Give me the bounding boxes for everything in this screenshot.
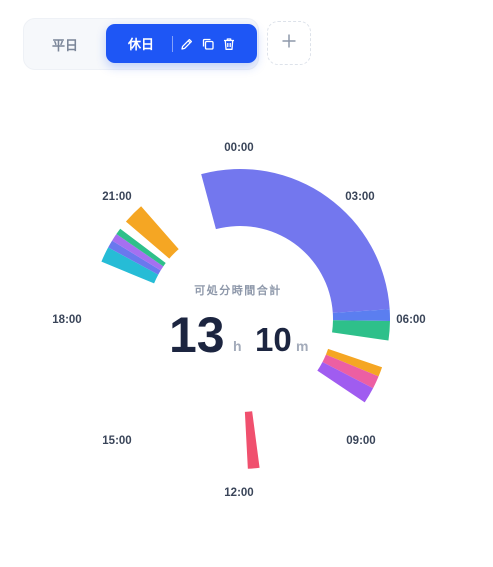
schedule-segment-7[interactable] [244,411,260,469]
hour-label-1200: 12:00 [224,487,253,499]
schedule-segments [101,169,390,469]
hour-label-1800: 18:00 [52,314,81,326]
hour-label-0600: 06:00 [396,314,425,326]
hour-label-2100: 21:00 [102,191,131,203]
hour-label-1500: 15:00 [102,435,131,447]
schedule-segment-3[interactable] [332,320,390,341]
hours-unit: h [233,338,242,354]
hour-label-0300: 03:00 [345,191,374,203]
hour-label-0000: 00:00 [224,142,253,154]
total-caption: 可処分時間合計 [194,283,282,297]
time-dial: 00:00 03:00 06:00 09:00 12:00 15:00 18:0… [52,142,425,499]
total-hours-value: 13 [169,307,225,363]
minutes-unit: m [296,338,308,354]
hour-label-0900: 09:00 [346,435,375,447]
total-minutes-value: 10 [255,321,292,358]
